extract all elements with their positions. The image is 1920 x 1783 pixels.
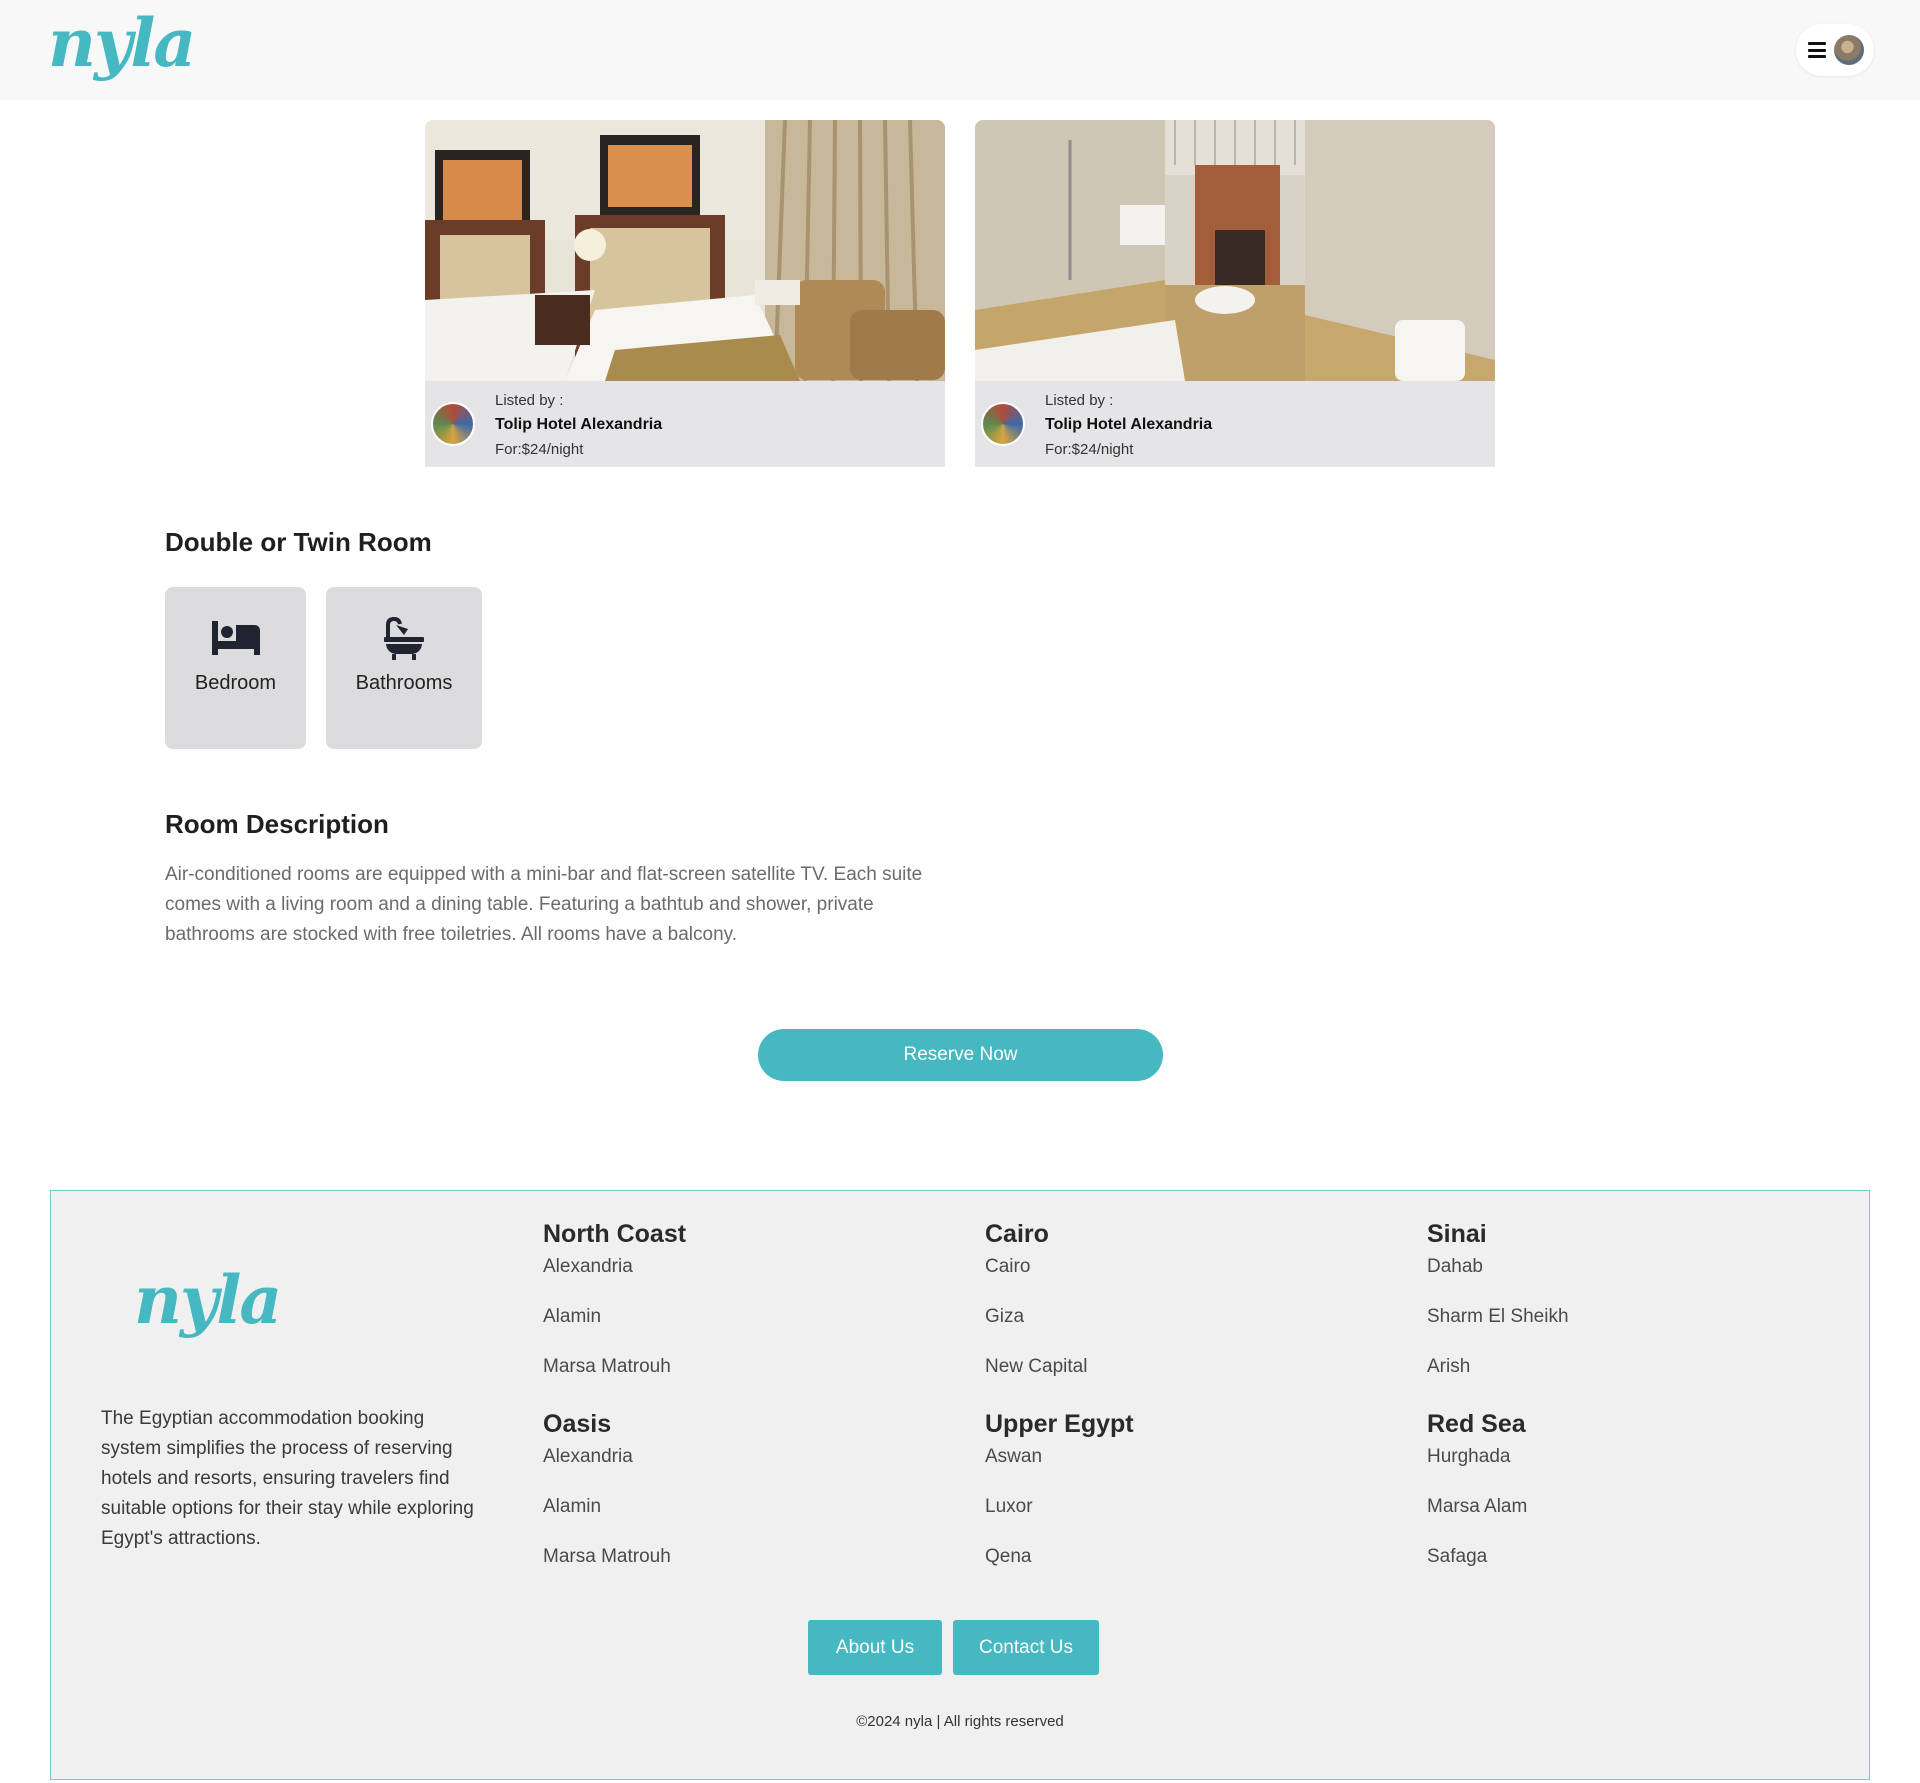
- hotel-avatar: [431, 402, 475, 446]
- region-link[interactable]: Hurghada: [1427, 1443, 1527, 1493]
- region-title: Oasis: [543, 1410, 612, 1438]
- region-link[interactable]: Safaga: [1427, 1543, 1527, 1593]
- hotel-bathroom-image: [975, 120, 1495, 381]
- avatar: [1834, 35, 1864, 65]
- region-oasis: Oasis Alexandria Alamin Marsa Matrouh: [543, 1405, 671, 1593]
- price-per-night: For:$24/night: [1045, 441, 1134, 458]
- region-link[interactable]: Alexandria: [543, 1443, 671, 1493]
- region-title: North Coast: [543, 1220, 687, 1248]
- region-title: Cairo: [985, 1220, 1049, 1248]
- region-upper-egypt: Upper Egypt Aswan Luxor Qena: [985, 1405, 1134, 1593]
- feature-bathrooms: Bathrooms: [326, 587, 482, 749]
- region-title: Sinai: [1427, 1220, 1487, 1248]
- listing-card[interactable]: Listed by : Tolip Hotel Alexandria For:$…: [975, 120, 1495, 467]
- region-link[interactable]: Giza: [985, 1303, 1087, 1353]
- region-red-sea: Red Sea Hurghada Marsa Alam Safaga: [1427, 1405, 1527, 1593]
- region-link[interactable]: Arish: [1427, 1353, 1569, 1403]
- region-cairo: Cairo Cairo Giza New Capital: [985, 1215, 1087, 1403]
- footer-logo[interactable]: nyla: [134, 1261, 282, 1339]
- region-link[interactable]: Cairo: [985, 1253, 1087, 1303]
- top-navbar: nyla: [0, 0, 1920, 100]
- region-title: Red Sea: [1427, 1410, 1526, 1438]
- bed-icon: [211, 621, 260, 655]
- feature-label: Bedroom: [194, 672, 277, 694]
- hotel-name[interactable]: Tolip Hotel Alexandria: [495, 416, 662, 434]
- brand-logo[interactable]: nyla: [48, 4, 196, 82]
- region-title: Upper Egypt: [985, 1410, 1134, 1438]
- region-link[interactable]: Luxor: [985, 1493, 1134, 1543]
- region-link[interactable]: Alexandria: [543, 1253, 686, 1303]
- description-title: Room Description: [165, 809, 389, 839]
- footer: nyla The Egyptian accommodation booking …: [50, 1190, 1870, 1780]
- feature-label: Bathrooms: [355, 672, 453, 694]
- region-link[interactable]: Marsa Alam: [1427, 1493, 1527, 1543]
- user-menu-button[interactable]: [1796, 24, 1874, 76]
- room-description: Air-conditioned rooms are equipped with …: [165, 864, 923, 945]
- region-link[interactable]: Sharm El Sheikh: [1427, 1303, 1569, 1353]
- region-link[interactable]: Aswan: [985, 1443, 1134, 1493]
- region-link[interactable]: Qena: [985, 1543, 1134, 1593]
- region-link[interactable]: New Capital: [985, 1353, 1087, 1403]
- region-link[interactable]: Marsa Matrouh: [543, 1353, 686, 1403]
- region-link[interactable]: Marsa Matrouh: [543, 1543, 671, 1593]
- room-title: Double or Twin Room: [165, 527, 432, 557]
- hotel-name[interactable]: Tolip Hotel Alexandria: [1045, 416, 1212, 434]
- hotel-avatar: [981, 402, 1025, 446]
- listed-by-label: Listed by :: [495, 392, 564, 409]
- listed-by-label: Listed by :: [1045, 392, 1114, 409]
- hamburger-icon: [1808, 42, 1826, 58]
- contact-us-button[interactable]: Contact Us: [953, 1620, 1099, 1675]
- region-sinai: Sinai Dahab Sharm El Sheikh Arish: [1427, 1215, 1569, 1403]
- about-us-button[interactable]: About Us: [808, 1620, 942, 1675]
- region-link[interactable]: Alamin: [543, 1303, 686, 1353]
- reserve-now-button[interactable]: Reserve Now: [758, 1029, 1163, 1081]
- listing-card[interactable]: Listed by : Tolip Hotel Alexandria For:$…: [425, 120, 945, 467]
- feature-bedroom: Bedroom: [165, 587, 306, 749]
- region-link[interactable]: Dahab: [1427, 1253, 1569, 1303]
- copyright-text: ©2024 nyla | All rights reserved: [856, 1713, 1064, 1730]
- bathtub-icon: [384, 617, 424, 660]
- region-link[interactable]: Alamin: [543, 1493, 671, 1543]
- price-per-night: For:$24/night: [495, 441, 584, 458]
- hotel-bedroom-image: [425, 120, 945, 381]
- region-north-coast: North Coast Alexandria Alamin Marsa Matr…: [543, 1215, 686, 1403]
- footer-about-text: The Egyptian accommodation booking syste…: [101, 1408, 474, 1549]
